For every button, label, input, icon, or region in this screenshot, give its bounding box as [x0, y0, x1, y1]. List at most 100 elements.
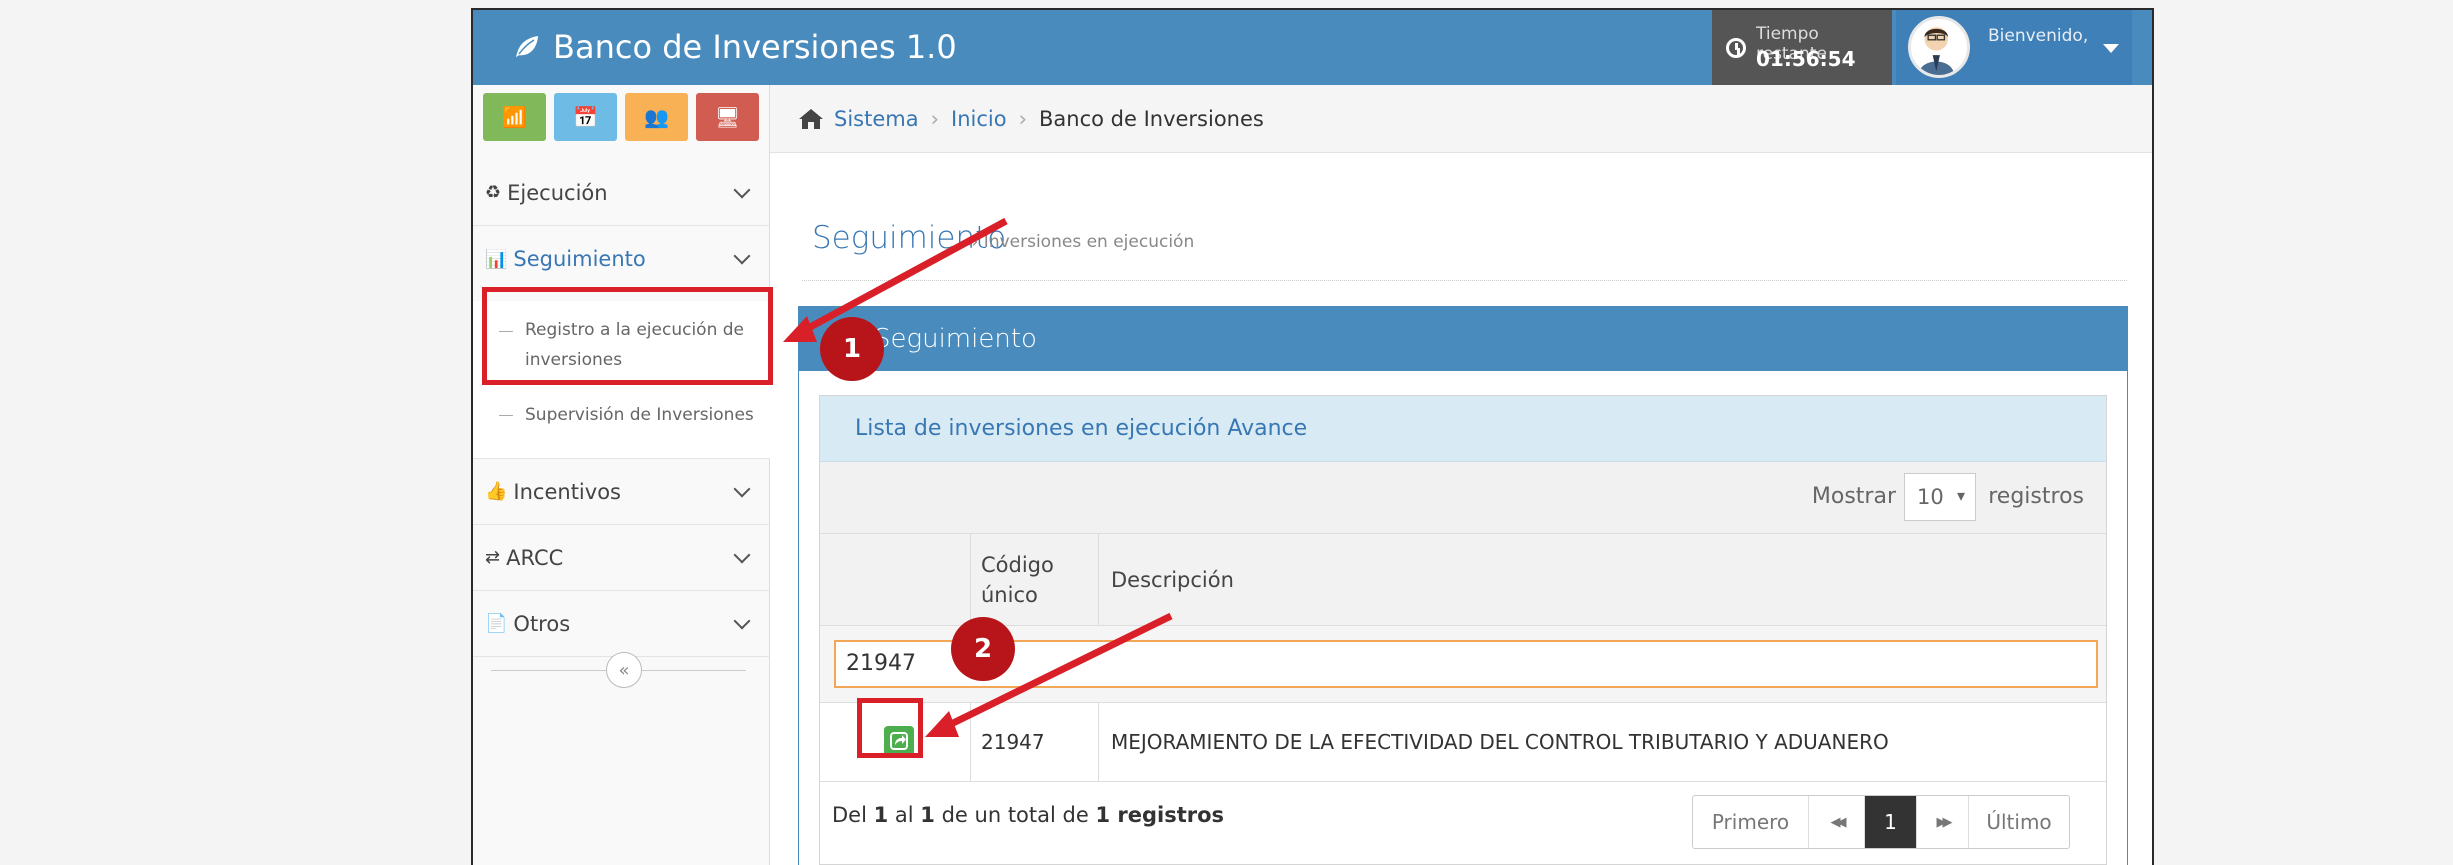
badge-number: 2 [973, 634, 993, 664]
investments-list-box: Lista de inversiones en ejecución Avance… [819, 395, 2107, 865]
table-row: 21947 MEJORAMIENTO DE LA EFECTIVIDAD DEL… [820, 702, 2106, 782]
info-total: 1 [1095, 803, 1111, 827]
table-header: Código único Descripción [820, 534, 2106, 626]
file-icon: 📄 [485, 613, 508, 634]
page-1-button[interactable]: 1 [1865, 796, 1917, 848]
chevron-down-icon [733, 480, 751, 498]
divider [802, 280, 2127, 281]
info-text: al [888, 803, 921, 827]
brand[interactable]: Banco de Inversiones 1.0 [511, 28, 957, 66]
breadcrumb-link-inicio[interactable]: Inicio [951, 107, 1007, 131]
user-menu[interactable]: Bienvenido, [1896, 10, 2132, 85]
chevron-down-icon [733, 612, 751, 630]
breadcrumb-current: Banco de Inversiones [1038, 106, 1264, 131]
description-cell: MEJORAMIENTO DE LA EFECTIVIDAD DEL CONTR… [1098, 703, 2106, 781]
app-title: Banco de Inversiones 1.0 [553, 28, 957, 66]
shortcut-bar: 📶 📅 👥 🖥 [483, 93, 759, 141]
pager-label: 1 [1884, 810, 1897, 834]
breadcrumb-link-sistema[interactable]: Sistema [834, 107, 919, 131]
table-info: Del 1 al 1 de un total de 1 registros [832, 803, 1224, 827]
filter-value: 21947 [846, 651, 916, 676]
column-header-code[interactable]: Código único [970, 534, 1098, 626]
clock-icon [1726, 38, 1746, 58]
column-header-label: Código [981, 553, 1054, 577]
column-header-label: Descripción [1111, 568, 1234, 592]
caret-down-icon[interactable] [2103, 44, 2119, 53]
monitor-shortcut-button[interactable]: 🖥 [696, 93, 759, 141]
info-text: Del [832, 803, 874, 827]
page-size-suffix: registros [1988, 484, 2084, 509]
user-greeting: Bienvenido, [1988, 26, 2089, 46]
pagination: Primero ◀◀ 1 ▶▶ Último [1692, 795, 2070, 849]
sidebar-item-seguimiento[interactable]: 📊 Seguimiento [473, 226, 770, 292]
signal-shortcut-button[interactable]: 📶 [483, 93, 546, 141]
page-size-select[interactable]: 10 [1904, 473, 1976, 521]
page-size-label: Mostrar [1811, 484, 1896, 509]
home-icon[interactable] [798, 108, 824, 130]
panel-title: Seguimiento [874, 324, 1037, 354]
sidebar: 📶 📅 👥 🖥 ♻ Ejecución 📊 Seguimiento Regist… [473, 85, 770, 865]
code-cell: 21947 [970, 703, 1098, 781]
info-text: de un total de [934, 803, 1096, 827]
highlight-box-action-button [857, 698, 923, 758]
thumbs-up-icon: 👍 [485, 481, 508, 502]
seguimiento-panel: Seguimiento Lista de inversiones en ejec… [798, 306, 2128, 865]
breadcrumb: Sistema › Inicio › Banco de Inversiones [770, 85, 2152, 153]
sidebar-item-label: ARCC [506, 545, 564, 570]
highlight-box-submenu [482, 287, 773, 385]
list-title: Lista de inversiones en ejecución Avance [855, 416, 1308, 441]
chevron-down-icon [733, 247, 751, 265]
code-filter-input[interactable]: 21947 [834, 640, 2098, 688]
sidebar-item-label: Incentivos [513, 479, 621, 504]
column-header-actions [820, 534, 970, 626]
pager-label: Último [1986, 810, 2052, 834]
info-text: registros [1110, 803, 1225, 827]
double-chevron-left-icon: ◀◀ [1830, 814, 1847, 830]
page-subtitle: » Inversiones en ejecución [968, 232, 1195, 252]
submenu-item-supervision[interactable]: Supervisión de Inversiones [525, 400, 754, 430]
sidebar-item-label: Seguimiento [513, 247, 646, 271]
tree-dash [499, 415, 513, 416]
first-page-button[interactable]: Primero [1693, 796, 1809, 848]
signal-icon: 📶 [502, 105, 527, 129]
sidebar-item-arcc[interactable]: ⇄ ARCC [473, 525, 770, 591]
column-header-label: único [981, 583, 1038, 607]
last-page-button[interactable]: Último [1969, 796, 2069, 848]
info-to: 1 [920, 803, 935, 827]
users-icon: 👥 [644, 105, 669, 129]
step-badge-2: 2 [951, 617, 1015, 681]
column-header-description[interactable]: Descripción [1098, 534, 2106, 626]
app-window: Banco de Inversiones 1.0 Tiempo restante… [471, 8, 2154, 865]
pager-label: Primero [1711, 810, 1790, 834]
page-size-value: 10 [1917, 485, 1944, 509]
retweet-icon: ⇄ [485, 547, 501, 568]
recycle-icon: ♻ [485, 182, 502, 203]
list-header: Lista de inversiones en ejecución Avance [820, 396, 2106, 462]
panel-header: Seguimiento [799, 307, 2127, 371]
previous-page-button[interactable]: ◀◀ [1809, 796, 1865, 848]
avatar [1908, 16, 1970, 78]
collapse-sidebar-button[interactable]: « [606, 652, 642, 688]
cell-text: 21947 [981, 730, 1045, 754]
breadcrumb-separator: › [1018, 106, 1027, 131]
monitor-icon: 🖥 [714, 105, 741, 129]
next-page-button[interactable]: ▶▶ [1917, 796, 1969, 848]
sidebar-item-label: Otros [513, 611, 571, 636]
submenu-label: Supervisión de Inversiones [525, 405, 754, 425]
breadcrumb-separator: › [930, 106, 939, 131]
bar-chart-icon: 📊 [485, 248, 508, 270]
sidebar-item-label: Ejecución [507, 180, 608, 205]
calendar-icon: 📅 [573, 105, 598, 129]
sidebar-item-otros[interactable]: 📄 Otros [473, 591, 770, 657]
sidebar-item-incentivos[interactable]: 👍 Incentivos [473, 459, 770, 525]
calendar-shortcut-button[interactable]: 📅 [554, 93, 617, 141]
leaf-icon [514, 34, 540, 61]
badge-number: 1 [842, 334, 862, 364]
session-timer: Tiempo restante 01:56:54 [1712, 10, 1892, 85]
double-chevron-right-icon: ▶▶ [1936, 814, 1953, 830]
sidebar-item-ejecucion[interactable]: ♻ Ejecución [473, 160, 770, 226]
users-shortcut-button[interactable]: 👥 [625, 93, 688, 141]
double-chevron-left-icon: « [618, 659, 630, 681]
chevron-down-icon [733, 546, 751, 564]
chevron-down-icon [733, 181, 751, 199]
